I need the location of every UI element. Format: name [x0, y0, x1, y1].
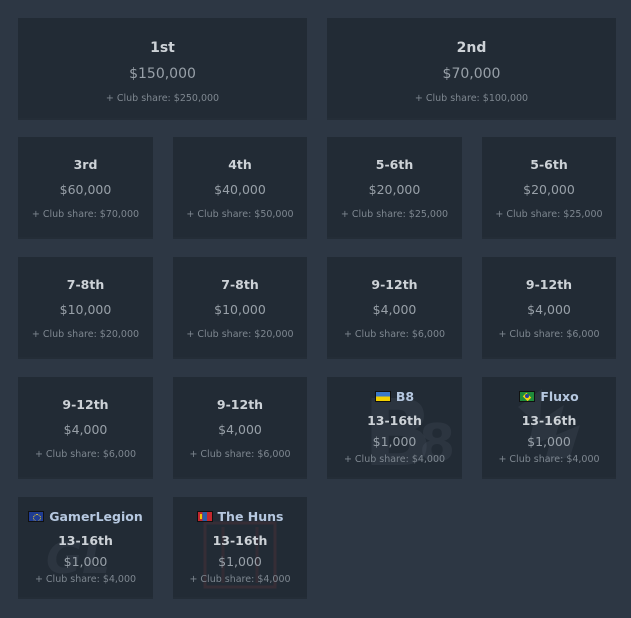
team-name-link[interactable]: The Huns: [218, 509, 284, 524]
placement-label: 3rd: [73, 157, 98, 172]
club-share: + Club share: $4,000: [34, 574, 137, 585]
prize-card-5-6th: 5-6th $20,000 + Club share: $25,000: [327, 137, 462, 237]
club-share: + Club share: $20,000: [186, 329, 294, 340]
prize-amount: $40,000: [214, 182, 266, 197]
club-share: + Club share: $6,000: [34, 449, 137, 460]
team-header[interactable]: B8: [327, 389, 462, 404]
prize-amount: $70,000: [442, 66, 501, 82]
placement-label: 13-16th: [367, 413, 422, 428]
placement-label: 5-6th: [530, 157, 568, 172]
europe-flag-icon: [28, 511, 45, 522]
club-share: + Club share: $6,000: [498, 329, 600, 340]
club-share: + Club share: $6,000: [343, 329, 446, 340]
prize-amount: $1,000: [63, 554, 108, 569]
prize-card-team-the-huns[interactable]: The Huns 13-16th $1,000 + Club share: $4…: [173, 497, 307, 597]
placement-label: 13-16th: [521, 413, 577, 428]
prize-card-7-8th: 7-8th $10,000 + Club share: $20,000: [173, 257, 307, 357]
placement-label: 7-8th: [221, 277, 259, 292]
prize-card-2nd: 2nd $70,000 + Club share: $100,000: [327, 18, 616, 118]
prize-amount: $4,000: [527, 302, 571, 317]
club-share: + Club share: $50,000: [186, 209, 294, 220]
club-share: + Club share: $25,000: [495, 209, 603, 220]
club-share: + Club share: $4,000: [343, 454, 446, 465]
prize-card-5-6th: 5-6th $20,000 + Club share: $25,000: [482, 137, 616, 237]
prize-amount: $20,000: [368, 182, 421, 197]
placement-label: 9-12th: [371, 277, 418, 292]
prize-amount: $10,000: [214, 302, 266, 317]
club-share: + Club share: $4,000: [498, 454, 600, 465]
placement-label: 13-16th: [212, 533, 268, 548]
prize-distribution-board: 1st $150,000 + Club share: $250,000 2nd …: [0, 0, 631, 618]
club-share: + Club share: $6,000: [189, 449, 291, 460]
team-header[interactable]: GamerLegion: [18, 509, 153, 524]
placement-label: 9-12th: [525, 277, 573, 292]
team-name-link[interactable]: GamerLegion: [49, 509, 143, 524]
prize-amount: $10,000: [59, 302, 112, 317]
prize-card-team-fluxo[interactable]: Fluxo 13-16th $1,000 + Club share: $4,00…: [482, 377, 616, 477]
placement-label: 9-12th: [62, 397, 109, 412]
prize-amount: $60,000: [59, 182, 112, 197]
prize-card-7-8th: 7-8th $10,000 + Club share: $20,000: [18, 257, 153, 357]
prize-amount: $4,000: [372, 302, 417, 317]
placement-label: 1st: [150, 40, 175, 56]
prize-amount: $4,000: [218, 422, 262, 437]
prize-card-4th: 4th $40,000 + Club share: $50,000: [173, 137, 307, 237]
brazil-flag-icon: [519, 391, 536, 402]
placement-label: 7-8th: [66, 277, 105, 292]
club-share: + Club share: $100,000: [414, 93, 529, 104]
club-share: + Club share: $250,000: [105, 93, 220, 104]
prize-card-9-12th: 9-12th $4,000 + Club share: $6,000: [18, 377, 153, 477]
team-name-link[interactable]: B8: [396, 389, 414, 404]
placement-label: 13-16th: [58, 533, 113, 548]
team-header[interactable]: The Huns: [173, 509, 307, 524]
club-share: + Club share: $70,000: [31, 209, 140, 220]
club-share: + Club share: $4,000: [189, 574, 291, 585]
prize-amount: $20,000: [523, 182, 575, 197]
prize-card-3rd: 3rd $60,000 + Club share: $70,000: [18, 137, 153, 237]
prize-amount: $1,000: [218, 554, 262, 569]
placement-label: 4th: [228, 157, 252, 172]
team-name-link[interactable]: Fluxo: [540, 389, 578, 404]
mongolia-flag-icon: [196, 511, 213, 522]
club-share: + Club share: $20,000: [31, 329, 140, 340]
prize-card-team-gamerlegion[interactable]: GL GamerLegion 13-16th $1,000 + Club sha…: [18, 497, 153, 597]
prize-card-1st: 1st $150,000 + Club share: $250,000: [18, 18, 307, 118]
prize-card-9-12th: 9-12th $4,000 + Club share: $6,000: [327, 257, 462, 357]
placement-label: 9-12th: [216, 397, 264, 412]
prize-card-team-b8[interactable]: B 8 B8 13-16th $1,000 + Club share: $4,0…: [327, 377, 462, 477]
prize-amount: $1,000: [527, 434, 571, 449]
club-share: + Club share: $25,000: [340, 209, 449, 220]
prize-card-9-12th: 9-12th $4,000 + Club share: $6,000: [482, 257, 616, 357]
prize-amount: $150,000: [129, 66, 196, 82]
placement-label: 2nd: [456, 40, 487, 56]
team-header[interactable]: Fluxo: [482, 389, 616, 404]
prize-amount: $1,000: [372, 434, 417, 449]
ukraine-flag-icon: [374, 391, 391, 402]
prize-card-9-12th: 9-12th $4,000 + Club share: $6,000: [173, 377, 307, 477]
placement-label: 5-6th: [375, 157, 414, 172]
prize-amount: $4,000: [63, 422, 108, 437]
